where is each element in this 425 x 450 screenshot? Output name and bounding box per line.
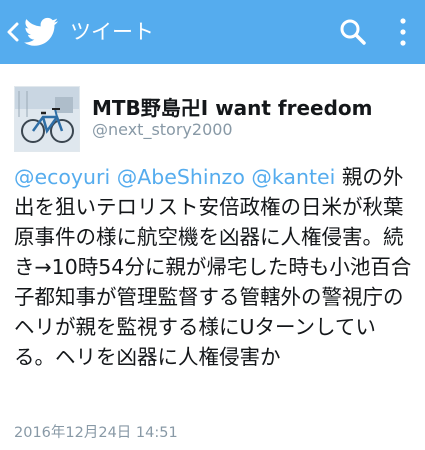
chevron-left-icon[interactable] — [6, 21, 20, 43]
mention-link[interactable]: @AbeShinzo — [117, 165, 245, 189]
avatar[interactable] — [14, 86, 80, 152]
more-vertical-icon[interactable] — [397, 17, 409, 47]
tweet-timestamp: 2016年12月24日 14:51 — [14, 425, 178, 441]
search-icon[interactable] — [339, 18, 367, 46]
twitter-bird-icon[interactable] — [24, 17, 58, 47]
top-bar: ツイート — [0, 0, 425, 64]
page-title: ツイート — [70, 20, 154, 44]
user-handle[interactable]: @next_story2000 — [92, 120, 233, 139]
mention-link[interactable]: @ecoyuri — [14, 165, 110, 189]
bicycle-photo — [15, 87, 79, 151]
mention-link[interactable]: @kantei — [251, 165, 335, 189]
tweet-card: MTB野島卍I want freedom @next_story2000 @ec… — [0, 64, 425, 450]
tweet-body: 親の外出を狙いテロリスト安倍政権の日米が秋葉原事件の様に航空機を凶器に人権侵害。… — [14, 165, 412, 369]
tweet-text: @ecoyuri @AbeShinzo @kantei 親の外出を狙いテロリスト… — [14, 162, 414, 372]
display-name[interactable]: MTB野島卍I want freedom — [92, 92, 373, 121]
